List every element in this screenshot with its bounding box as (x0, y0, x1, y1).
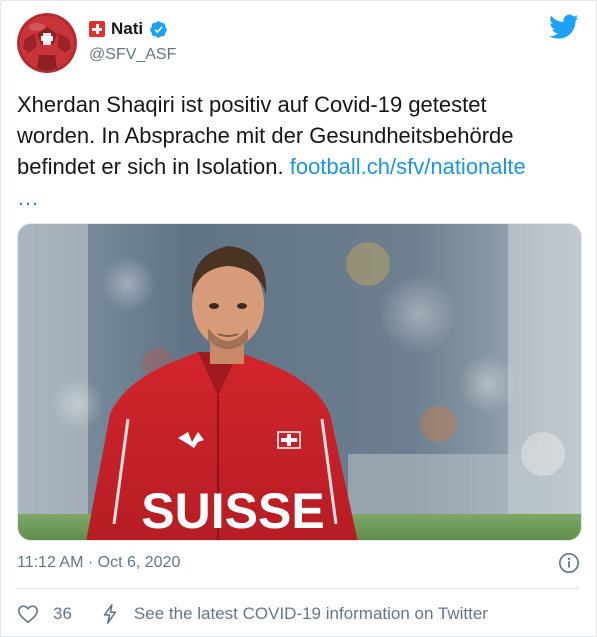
account-handle[interactable]: @SFV_ASF (89, 46, 176, 64)
tweet-link-ellipsis[interactable]: … (17, 182, 582, 213)
divider (17, 588, 580, 589)
swiss-flag-icon (89, 21, 105, 37)
tweet-date[interactable]: Oct 6, 2020 (98, 554, 181, 571)
tweet-timestamp[interactable]: 11:12 AM · Oct 6, 2020 (17, 554, 180, 572)
tweet-time[interactable]: 11:12 AM (17, 554, 83, 571)
info-icon[interactable] (558, 552, 580, 574)
avatar-football-image (17, 13, 77, 73)
tweet-photo[interactable]: SUISSE (17, 223, 582, 541)
tweet-card: Nati @SFV_ASF Xherdan Shaqiri ist positi… (0, 0, 597, 637)
tweet-actions: 36 See the latest COVID-19 information o… (17, 601, 488, 627)
like-count[interactable]: 36 (53, 604, 72, 624)
tweet-text-line: Xherdan Shaqiri ist positiv auf Covid-19… (17, 92, 487, 117)
lightning-bolt-icon (103, 604, 117, 624)
avatar[interactable] (17, 13, 77, 73)
heart-icon[interactable] (17, 603, 39, 625)
tweet-text-line-with-link: befindet er sich in Isolation. football.… (17, 151, 582, 182)
account-name-row[interactable]: Nati (89, 19, 168, 39)
twitter-bird-icon[interactable] (549, 14, 579, 40)
timestamp-separator: · (83, 554, 98, 571)
tweet-text-line: worden. In Absprache mit der Gesundheits… (17, 123, 514, 148)
shirt-text: SUISSE (141, 483, 324, 539)
tweet-link[interactable]: football.ch/sfv/nationalte (290, 154, 526, 179)
tweet-text: Xherdan Shaqiri ist positiv auf Covid-19… (17, 89, 582, 213)
covid-info-link[interactable]: See the latest COVID-19 information on T… (134, 604, 488, 624)
display-name[interactable]: Nati (111, 19, 143, 39)
tweet-text-segment: befindet er sich in Isolation. (17, 154, 290, 179)
verified-badge-icon (150, 20, 167, 38)
player-photo: SUISSE (18, 224, 581, 540)
